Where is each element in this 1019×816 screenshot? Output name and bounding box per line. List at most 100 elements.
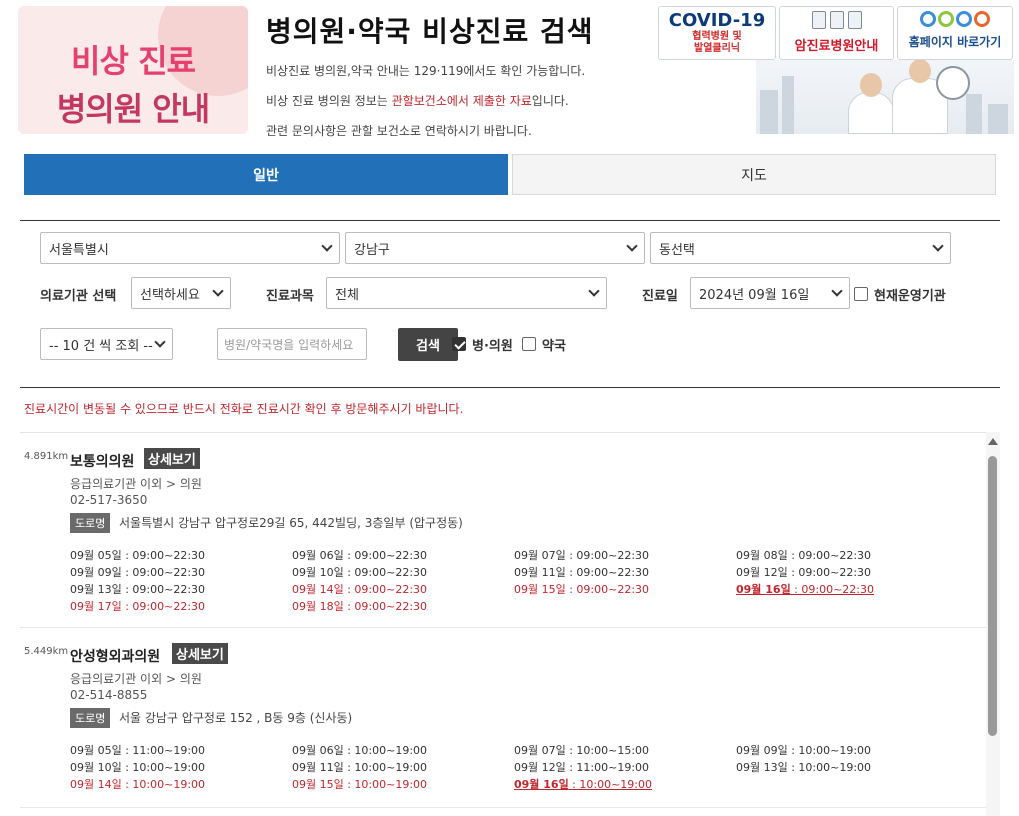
results-scrollbar[interactable] (986, 432, 1000, 816)
hours-time: : 09:00~22:30 (121, 549, 206, 562)
results-list: 4.891km 보통의의원 상세보기 응급의료기관 이외 > 의원 02-517… (20, 432, 986, 816)
list-item: 5.449km 안성형외과의원 상세보기 응급의료기관 이외 > 의원 02-5… (20, 628, 986, 808)
hours-time: : 09:00~22:30 (787, 549, 872, 562)
hours-entry: 09월 14일 : 09:00~22:30 (292, 581, 427, 597)
search-input[interactable]: 병원/약국명을 입력하세요 (217, 328, 367, 360)
chevron-down-icon (932, 241, 944, 253)
hours-date: 09월 07일 (514, 744, 566, 757)
facility-phone: 02-514-8855 (70, 688, 148, 702)
hours-entry: 09월 05일 : 11:00~19:00 (70, 742, 205, 758)
detail-view-button[interactable]: 상세보기 (172, 643, 228, 664)
hours-time: : 10:00~19:00 (343, 778, 428, 791)
hours-date: 09월 14일 (70, 778, 122, 791)
dept-select[interactable]: 전체 (326, 277, 607, 309)
hours-date: 09월 10일 (70, 761, 122, 774)
facility-address: 서울 강남구 압구정로 152 , B동 9층 (신사동) (119, 711, 353, 725)
chevron-down-icon (321, 241, 333, 253)
detail-view-button[interactable]: 상세보기 (144, 448, 200, 469)
hours-date: 09월 12일 (514, 761, 566, 774)
hours-time: : 09:00~22:30 (565, 549, 650, 562)
hours-entry: 09월 08일 : 09:00~22:30 (736, 547, 871, 563)
hours-date: 09월 13일 (736, 761, 788, 774)
dong-select-value: 동선택 (659, 242, 695, 258)
covid-sub2: 발열클리닉 (694, 43, 740, 54)
hours-time: : 10:00~19:00 (343, 744, 428, 757)
hours-time: : 09:00~22:30 (565, 566, 650, 579)
pharmacy-checkbox-label: 약국 (542, 339, 566, 354)
facility-name[interactable]: 안성형외과의원 (70, 646, 160, 666)
hours-date: 09월 11일 (514, 566, 566, 579)
info-line-2-highlight: 관할보건소에서 제출한 자료 (391, 94, 532, 108)
pharmacy-checkbox[interactable] (522, 337, 536, 351)
hours-time: : 09:00~22:30 (121, 583, 206, 596)
hours-date: 09월 11일 (292, 761, 344, 774)
facility-select-value: 선택하세요 (140, 287, 200, 303)
facility-category: 응급의료기관 이외 > 의원 (70, 672, 202, 686)
hours-time: : 09:00~22:30 (343, 566, 428, 579)
hours-date: 09월 18일 (292, 600, 344, 613)
hours-entry: 09월 07일 : 10:00~15:00 (514, 742, 649, 758)
hours-entry: 09월 15일 : 09:00~22:30 (514, 581, 649, 597)
page-header: 비상 진료 병의원 안내 병의원·약국 비상진료 검색 비상진료 병의원,약국 … (0, 0, 1019, 145)
hours-entry: 09월 15일 : 10:00~19:00 (292, 776, 427, 792)
date-label: 진료일 (642, 289, 678, 304)
hours-date: 09월 12일 (736, 566, 788, 579)
date-select[interactable]: 2024년 09월 16일 (690, 277, 850, 309)
tab-map[interactable]: 지도 (512, 154, 996, 195)
hours-entry: 09월 13일 : 10:00~19:00 (736, 759, 871, 775)
facility-phone: 02-517-3650 (70, 493, 148, 507)
hours-date: 09월 16일 (514, 778, 569, 791)
distance-label: 5.449km (24, 646, 69, 657)
covid-title: COVID-19 (668, 10, 766, 31)
hours-time: : 11:00~19:00 (121, 744, 206, 757)
chevron-down-icon (831, 286, 843, 298)
hours-date: 09월 16일 (736, 583, 791, 596)
homepage-banner[interactable]: 홈페이지 바로가기 (897, 6, 1013, 60)
district-select[interactable]: 강남구 (345, 232, 645, 264)
dept-select-value: 전체 (335, 287, 359, 303)
hours-entry: 09월 09일 : 09:00~22:30 (70, 564, 205, 580)
hours-time: : 09:00~22:30 (121, 566, 206, 579)
hours-time: : 10:00~19:00 (121, 778, 206, 791)
hours-entry: 09월 13일 : 09:00~22:30 (70, 581, 205, 597)
hours-entry: 09월 17일 : 09:00~22:30 (70, 598, 205, 614)
info-line-2-pre: 비상 진료 병의원 정보는 (266, 94, 392, 108)
chevron-down-icon (154, 337, 166, 349)
facility-category: 응급의료기관 이외 > 의원 (70, 477, 202, 491)
dong-select[interactable]: 동선택 (650, 232, 951, 264)
hours-date: 09월 13일 (70, 583, 122, 596)
notice-text: 진료시간이 변동될 수 있으므로 반드시 전화로 진료시간 확인 후 방문해주시… (24, 402, 464, 416)
hours-time: : 09:00~22:30 (121, 600, 206, 613)
page-size-select[interactable]: -- 10 건 씩 조회 -- (40, 328, 173, 360)
tab-general[interactable]: 일반 (24, 154, 508, 195)
covid-banner[interactable]: COVID-19 협력병원 및 발열클리닉 (658, 6, 776, 60)
covid-sub1: 협력병원 및 (692, 31, 742, 42)
hours-time: : 10:00~19:00 (568, 778, 653, 791)
distance-label: 4.891km (24, 451, 69, 462)
emergency-care-logo: 비상 진료 병의원 안내 (18, 6, 248, 134)
hours-date: 09월 07일 (514, 549, 566, 562)
hours-date: 09월 05일 (70, 744, 122, 757)
hospital-checkbox[interactable] (452, 337, 466, 351)
hours-time: : 09:00~22:30 (787, 566, 872, 579)
district-select-value: 강남구 (354, 242, 390, 258)
city-select[interactable]: 서울특별시 (40, 232, 340, 264)
doctor-illustration (756, 60, 1014, 134)
hours-date: 09월 08일 (736, 549, 788, 562)
scroll-up-arrow-icon[interactable] (988, 438, 998, 445)
facility-select[interactable]: 선택하세요 (131, 277, 231, 309)
hospital-checkbox-label: 병·의원 (472, 339, 513, 354)
hours-date: 09월 17일 (70, 600, 122, 613)
logo-text-line1: 비상 진료 (71, 42, 196, 80)
hours-time: : 10:00~19:00 (121, 761, 206, 774)
scrollbar-thumb[interactable] (988, 456, 997, 736)
city-select-value: 서울특별시 (49, 242, 109, 258)
hours-entry: 09월 07일 : 09:00~22:30 (514, 547, 649, 563)
cancer-hospital-banner[interactable]: 암진료병원안내 (779, 6, 894, 60)
open-now-checkbox[interactable] (854, 287, 868, 301)
hours-entry: 09월 14일 : 10:00~19:00 (70, 776, 205, 792)
facility-name[interactable]: 보통의의원 (70, 451, 134, 471)
homepage-banner-label: 홈페이지 바로가기 (908, 35, 1002, 49)
hours-time: : 09:00~22:30 (343, 583, 428, 596)
search-button[interactable]: 검색 (398, 328, 458, 361)
